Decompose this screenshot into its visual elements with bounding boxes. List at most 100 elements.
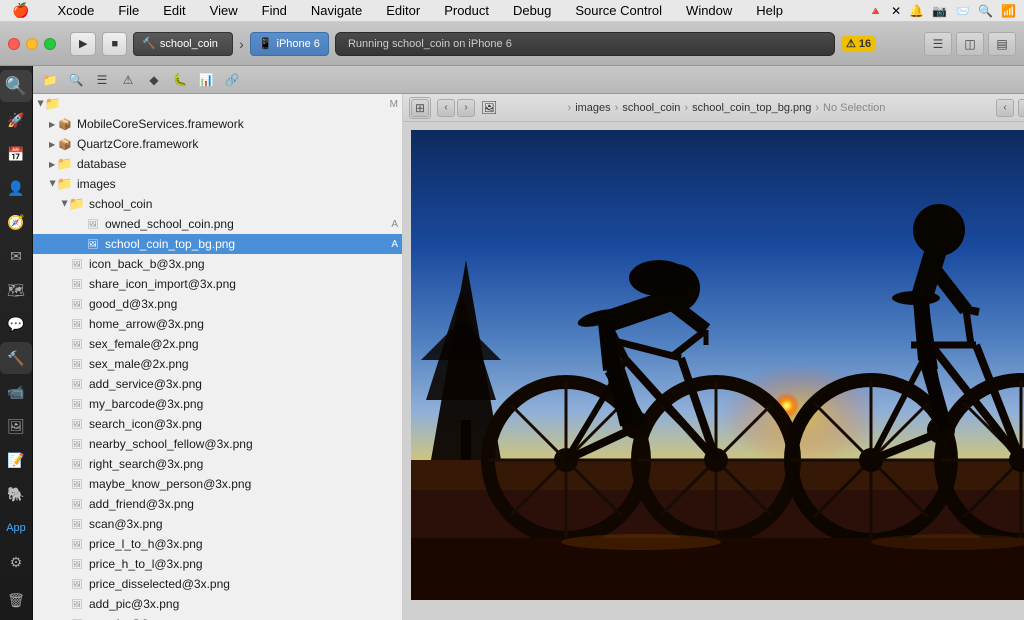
menu-editor[interactable]: Editor xyxy=(382,3,424,18)
nav-debug-icon[interactable]: 🐛 xyxy=(169,69,191,91)
menu-file[interactable]: File xyxy=(114,3,143,18)
grid-view-button[interactable]: ⊞ xyxy=(411,99,429,117)
device-selector[interactable]: 📱 iPhone 6 xyxy=(250,32,329,56)
spacer: ▶ xyxy=(77,240,85,249)
dock-icon-contacts[interactable]: 👤 xyxy=(0,172,32,204)
menu-find[interactable]: Find xyxy=(258,3,291,18)
menu-window[interactable]: Window xyxy=(682,3,736,18)
apple-menu[interactable]: 🍎 xyxy=(8,2,33,19)
menu-edit[interactable]: Edit xyxy=(159,3,189,18)
debug-toggle[interactable]: ◫ xyxy=(956,32,984,56)
file-label: good_d@3x.png xyxy=(89,297,398,311)
dock-icon-trash[interactable]: 🗑 xyxy=(0,584,32,616)
breadcrumb-filename[interactable]: school_coin_top_bg.png xyxy=(692,102,811,114)
list-item[interactable]: ▶ 🖼 share_icon_import@3x.png xyxy=(33,274,402,294)
breadcrumb-school-coin[interactable]: school_coin xyxy=(622,102,680,114)
list-item[interactable]: ▶ 🖼 add_service@3x.png xyxy=(33,374,402,394)
list-item[interactable]: ▶ 📁 database xyxy=(33,154,402,174)
inspector-toggle[interactable]: ▤ xyxy=(988,32,1016,56)
nav-git-icon[interactable]: 🔗 xyxy=(221,69,243,91)
list-item[interactable]: ▶ 🖼 home_arrow@3x.png xyxy=(33,314,402,334)
image-icon: 🖼 xyxy=(69,516,85,532)
dock-icon-photos[interactable]: 🖼 xyxy=(0,410,32,442)
dock-icon-messages[interactable]: 💬 xyxy=(0,308,32,340)
list-item[interactable]: ▶ 🖼 my_barcode@3x.png xyxy=(33,394,402,414)
image-icon: 🖼 xyxy=(69,596,85,612)
image-icon: 🖼 xyxy=(85,236,101,252)
breadcrumb-images[interactable]: images xyxy=(575,102,610,114)
dock-icon-calendar[interactable]: 📅 xyxy=(0,138,32,170)
framework-icon: 📦 xyxy=(57,116,73,132)
list-item[interactable]: ▶ 🖼 search_icon@3x.png xyxy=(33,414,402,434)
nav-warning-icon[interactable]: ⚠ xyxy=(117,69,139,91)
list-item[interactable]: ▶ 🖼 price_disselected@3x.png xyxy=(33,574,402,594)
selected-file-item[interactable]: ▶ 🖼 school_coin_top_bg.png A xyxy=(33,234,402,254)
warning-badge[interactable]: ⚠ 16 xyxy=(841,36,876,51)
dock-icon-mail[interactable]: ✉ xyxy=(0,240,32,272)
traffic-lights xyxy=(8,38,56,50)
file-navigator: ▶ 📁 M ▶ 📦 MobileCoreServices.framework ▶… xyxy=(33,94,403,620)
nav-list-icon[interactable]: ☰ xyxy=(91,69,113,91)
list-item[interactable]: ▶ 🖼 icon_back_b@3x.png xyxy=(33,254,402,274)
list-item[interactable]: ▶ 🖼 sex_female@2x.png xyxy=(33,334,402,354)
image-icon: 🖼 xyxy=(69,616,85,620)
nav-report-icon[interactable]: 📊 xyxy=(195,69,217,91)
nav-back-button[interactable]: ‹ xyxy=(437,99,455,117)
scheme-selector[interactable]: 🔨 school_coin xyxy=(133,32,233,56)
close-button[interactable] xyxy=(8,38,20,50)
dock-icon-finder[interactable]: 🔍 xyxy=(0,70,32,102)
menu-xcode[interactable]: Xcode xyxy=(53,3,98,18)
file-label: price_h_to_l@3x.png xyxy=(89,557,398,571)
list-item[interactable]: ▶ 🖼 right_search@3x.png xyxy=(33,454,402,474)
list-item[interactable]: ▶ 📁 images xyxy=(33,174,402,194)
dock-icon-systemprefs[interactable]: ⚙ xyxy=(0,546,32,578)
nav-test-icon[interactable]: ◆ xyxy=(143,69,165,91)
list-item[interactable]: ▶ 🖼 add_pic@3x.png xyxy=(33,594,402,614)
list-item[interactable]: ▶ 🖼 add_friend@3x.png xyxy=(33,494,402,514)
run-button[interactable]: ▶ xyxy=(70,32,96,56)
menu-view[interactable]: View xyxy=(206,3,242,18)
minimize-button[interactable] xyxy=(26,38,38,50)
list-item[interactable]: ▶ 🖼 nearby_school_fellow@3x.png xyxy=(33,434,402,454)
file-label: price_disselected@3x.png xyxy=(89,577,398,591)
file-label: share_icon_import@3x.png xyxy=(89,277,398,291)
list-item[interactable]: ▶ 🖼 maybe_know_person@3x.png xyxy=(33,474,402,494)
maximize-button[interactable] xyxy=(44,38,56,50)
list-item[interactable]: ▶ 🖼 good_d@3x.png xyxy=(33,294,402,314)
file-label: scan@3x.png xyxy=(89,517,398,531)
list-item[interactable]: ▶ 📁 school_coin xyxy=(33,194,402,214)
navigator-toggle[interactable]: ☰ xyxy=(924,32,952,56)
nav-folder-icon[interactable]: 📁 xyxy=(39,69,61,91)
breadcrumb-warning[interactable]: ⚠ xyxy=(1018,99,1024,117)
list-item[interactable]: ▶ 🖼 sex_male@2x.png xyxy=(33,354,402,374)
menu-help[interactable]: Help xyxy=(752,3,787,18)
stop-button[interactable]: ■ xyxy=(102,32,127,56)
list-item[interactable]: ▶ 📦 QuartzCore.framework xyxy=(33,134,402,154)
dock-icon-xcode[interactable]: 🔨 xyxy=(0,342,32,374)
expand-icon: ▶ xyxy=(37,100,46,108)
dock-icon-maps[interactable]: 🗺 xyxy=(0,274,32,306)
breadcrumb-nav-back[interactable]: ‹ xyxy=(996,99,1014,117)
dock-icon-facetime[interactable]: 📹 xyxy=(0,376,32,408)
dock-icon-notes[interactable]: 📝 xyxy=(0,444,32,476)
menu-source-control[interactable]: Source Control xyxy=(571,3,666,18)
menu-navigate[interactable]: Navigate xyxy=(307,3,366,18)
nav-forward-button[interactable]: › xyxy=(457,99,475,117)
list-item[interactable]: ▶ 📦 MobileCoreServices.framework xyxy=(33,114,402,134)
file-tree-root[interactable]: ▶ 📁 M xyxy=(33,94,402,114)
list-item[interactable]: ▶ 🖼 price_h_to_l@3x.png xyxy=(33,554,402,574)
image-container xyxy=(403,122,1024,620)
dock-icon-appstore[interactable]: App xyxy=(0,512,32,544)
file-label: maybe_know_person@3x.png xyxy=(89,477,398,491)
list-item[interactable]: ▶ 🖼 owned_school_coin.png A xyxy=(33,214,402,234)
list-item[interactable]: ▶ 🖼 transfer@3x.png xyxy=(33,614,402,620)
menu-debug[interactable]: Debug xyxy=(509,3,555,18)
nav-search-icon[interactable]: 🔍 xyxy=(65,69,87,91)
list-item[interactable]: ▶ 🖼 scan@3x.png xyxy=(33,514,402,534)
file-label: right_search@3x.png xyxy=(89,457,398,471)
menu-product[interactable]: Product xyxy=(440,3,493,18)
dock-icon-evernote[interactable]: 🐘 xyxy=(0,478,32,510)
list-item[interactable]: ▶ 🖼 price_l_to_h@3x.png xyxy=(33,534,402,554)
dock-icon-launchpad[interactable]: 🚀 xyxy=(0,104,32,136)
dock-icon-safari[interactable]: 🧭 xyxy=(0,206,32,238)
